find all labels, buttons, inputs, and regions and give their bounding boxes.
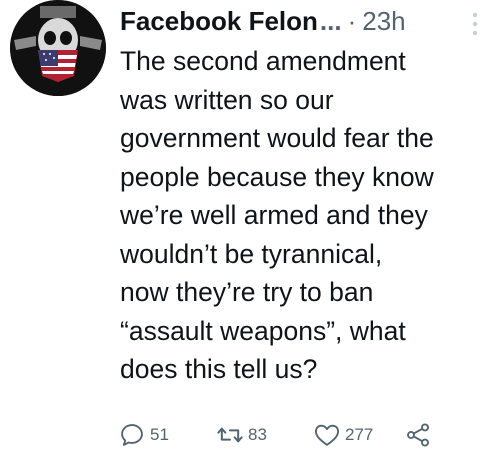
comment-icon (121, 424, 143, 446)
retweet-count: 83 (248, 425, 267, 444)
more-options-icon[interactable] (470, 10, 480, 38)
skull-flag-avatar-icon (10, 0, 106, 96)
reply-button[interactable]: 51 (118, 418, 169, 452)
retweet-button[interactable]: 83 (216, 418, 267, 452)
timestamp[interactable]: 23h (362, 6, 405, 36)
like-count: 277 (345, 425, 374, 444)
tweet-header: Facebook Felon... · 23h (120, 2, 490, 40)
tweet[interactable]: Facebook Felon... · 23h The second amendme… (0, 0, 500, 457)
retweet-icon (217, 427, 243, 443)
avatar[interactable] (10, 0, 106, 96)
like-button[interactable]: 277 (313, 418, 373, 452)
heart-icon (314, 424, 340, 446)
reply-count: 51 (150, 425, 169, 444)
share-button[interactable] (404, 418, 432, 452)
name-ellipsis: ... (319, 6, 342, 36)
tweet-text: The second amendment was written so our … (120, 46, 434, 384)
share-icon (407, 423, 429, 447)
author-name[interactable]: Facebook Felon (120, 6, 318, 36)
separator-dot: · (347, 6, 357, 36)
action-bar: 51 83 277 (118, 418, 488, 452)
